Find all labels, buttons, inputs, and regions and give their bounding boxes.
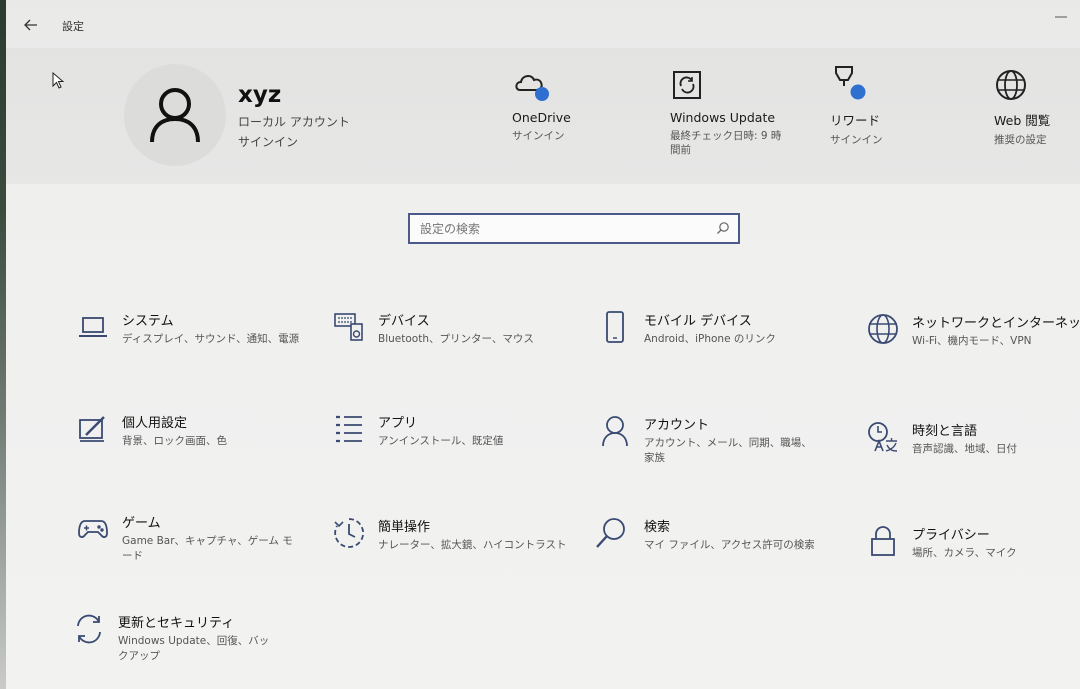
web-browsing-item[interactable]: Web 閲覧 推奨の設定 <box>994 58 1074 147</box>
category-desc: Android、iPhone のリンク <box>644 333 776 345</box>
category-mobile-devices[interactable]: モバイル デバイス Android、iPhone のリンク <box>598 310 828 370</box>
category-ease-of-access[interactable]: 簡単操作 ナレーター、拡大鏡、ハイコントラスト <box>332 516 566 576</box>
category-title: 更新とセキュリティ <box>118 616 235 631</box>
category-desc: ディスプレイ、サウンド、通知、電源 <box>122 333 300 345</box>
search-input[interactable] <box>410 215 700 242</box>
time-language-icon <box>868 422 898 452</box>
category-apps[interactable]: アプリ アンインストール、既定値 <box>332 412 562 472</box>
onedrive-label: OneDrive <box>512 110 571 125</box>
category-desc: ナレーター、拡大鏡、ハイコントラスト <box>378 539 567 551</box>
search-icon <box>717 222 729 234</box>
phone-icon <box>606 311 624 343</box>
web-browsing-sub: 推奨の設定 <box>994 134 1047 146</box>
minimize-button[interactable] <box>1052 6 1070 18</box>
cloud-icon <box>515 75 549 101</box>
category-devices[interactable]: デバイス Bluetooth、プリンター、マウス <box>332 310 562 370</box>
category-title: アカウント <box>644 418 710 433</box>
category-title: 個人用設定 <box>122 416 188 431</box>
category-desc: Wi-Fi、機内モード、VPN <box>912 335 1032 347</box>
paint-icon <box>79 416 105 442</box>
gamepad-icon <box>78 520 108 538</box>
category-search[interactable]: 検索 マイ ファイル、アクセス許可の検索 <box>594 516 824 576</box>
web-browsing-label: Web 閲覧 <box>994 113 1051 128</box>
windows-update-label: Windows Update <box>670 110 776 125</box>
back-button[interactable] <box>20 14 42 36</box>
windows-update-item[interactable]: Windows Update 最終チェック日時: 9 時間前 <box>670 58 790 157</box>
category-desc: マイ ファイル、アクセス許可の検索 <box>644 539 815 551</box>
category-title: モバイル デバイス <box>644 314 752 329</box>
category-network[interactable]: ネットワークとインターネット Wi-Fi、機内モード、VPN <box>866 312 1080 372</box>
category-desc: Game Bar、キャプチャ、ゲーム モード <box>122 535 293 562</box>
category-title: 時刻と言語 <box>912 424 978 439</box>
category-desc: アカウント、メール、同期、職場、家族 <box>644 437 812 464</box>
category-title: プライバシー <box>912 528 990 543</box>
category-desc: Windows Update、回復、バックアップ <box>118 635 270 662</box>
category-title: デバイス <box>378 314 430 329</box>
account-type: ローカル アカウント <box>238 115 350 129</box>
category-desc: アンインストール、既定値 <box>378 435 504 447</box>
category-title: ゲーム <box>122 516 161 531</box>
signin-link[interactable]: サインイン <box>238 133 298 150</box>
category-personalization[interactable]: 個人用設定 背景、ロック画面、色 <box>76 412 306 472</box>
category-update-security[interactable]: 更新とセキュリティ Windows Update、回復、バックアップ <box>72 612 302 676</box>
user-icon <box>150 88 200 143</box>
trophy-icon <box>835 66 866 100</box>
window-title: 設定 <box>62 20 84 33</box>
back-arrow-icon <box>24 19 37 31</box>
settings-search[interactable] <box>408 213 740 244</box>
onedrive-item[interactable]: OneDrive サインイン <box>512 58 642 143</box>
windows-update-sub: 最終チェック日時: 9 時間前 <box>670 130 782 156</box>
category-desc: 音声認識、地域、日付 <box>912 443 1017 455</box>
mouse-cursor-icon <box>52 71 65 94</box>
category-title: ネットワークとインターネット <box>912 316 1080 331</box>
title-bar: 設定 <box>6 0 1080 48</box>
keyboard-speaker-icon <box>334 313 363 341</box>
avatar[interactable] <box>124 64 226 166</box>
lock-icon <box>871 526 895 556</box>
category-title: 簡単操作 <box>378 520 431 535</box>
minimize-icon <box>1055 16 1067 18</box>
category-title: アプリ <box>378 416 418 431</box>
category-desc: 場所、カメラ、マイク <box>912 547 1017 559</box>
rewards-sub: サインイン <box>830 134 883 146</box>
category-desc: 背景、ロック画面、色 <box>122 435 227 447</box>
settings-window: 設定 xyz ローカル アカウント サインイン OneDrive サインイン W… <box>0 0 1080 689</box>
category-title: システム <box>122 314 174 329</box>
update-icon <box>77 614 101 644</box>
search-icon <box>596 518 625 548</box>
globe-icon <box>868 314 898 344</box>
laptop-icon <box>79 317 107 337</box>
category-system[interactable]: システム ディスプレイ、サウンド、通知、電源 <box>76 310 306 370</box>
rewards-item[interactable]: リワード サインイン <box>830 58 960 147</box>
category-privacy[interactable]: プライバシー 場所、カメラ、マイク <box>866 524 1076 584</box>
category-time-language[interactable]: 時刻と言語 音声認識、地域、日付 <box>866 420 1076 480</box>
globe-icon <box>996 70 1026 100</box>
rewards-label: リワード <box>830 113 881 128</box>
category-title: 検索 <box>644 520 671 535</box>
category-accounts[interactable]: アカウント アカウント、メール、同期、職場、家族 <box>598 414 828 474</box>
category-desc: Bluetooth、プリンター、マウス <box>378 333 534 345</box>
onedrive-sub: サインイン <box>512 130 565 142</box>
sync-icon <box>673 71 701 99</box>
user-name: xyz <box>238 82 282 108</box>
ease-of-access-icon <box>334 518 365 548</box>
category-gaming[interactable]: ゲーム Game Bar、キャプチャ、ゲーム モード <box>76 512 306 572</box>
person-icon <box>602 416 628 447</box>
apps-list-icon <box>336 415 362 443</box>
